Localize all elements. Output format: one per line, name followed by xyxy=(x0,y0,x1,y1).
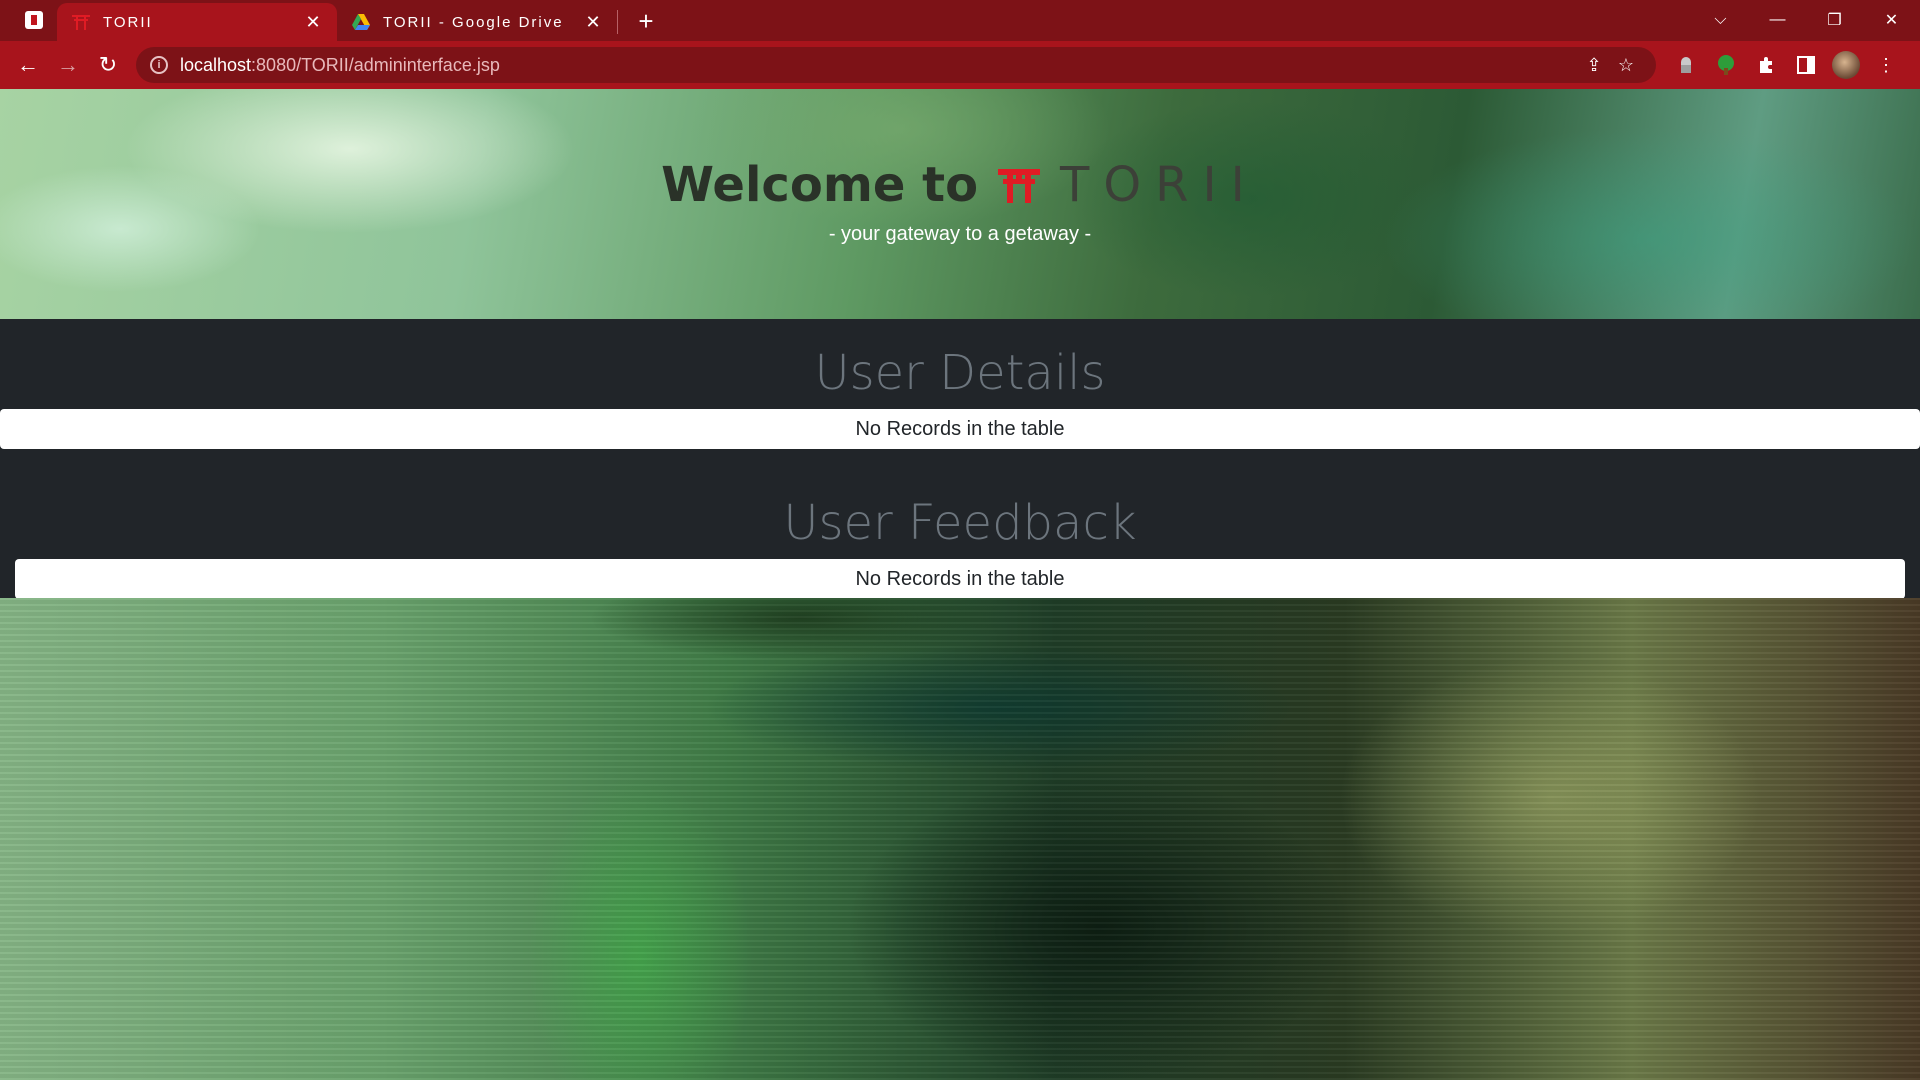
user-details-heading: User Details xyxy=(814,345,1106,401)
user-feedback-heading: User Feedback xyxy=(783,495,1137,551)
extension-capsule-icon[interactable] xyxy=(1666,45,1706,85)
tagline: - your gateway to a getaway - xyxy=(828,223,1092,245)
brand-name: TORII xyxy=(1060,157,1259,213)
new-tab-button[interactable]: + xyxy=(628,3,664,39)
url-host: localhost xyxy=(180,54,252,75)
share-icon[interactable]: ⇪ xyxy=(1578,55,1610,76)
forward-button[interactable]: → xyxy=(48,45,88,85)
tab-search-chevron-icon[interactable]: ⌵ xyxy=(1692,0,1749,40)
welcome-text: Welcome to xyxy=(661,157,979,213)
tab-title: TORII - Google Drive xyxy=(383,13,564,31)
back-button[interactable]: ← xyxy=(8,45,48,85)
more-menu-icon[interactable]: ⋮ xyxy=(1866,45,1906,85)
close-tab-icon[interactable]: ✕ xyxy=(303,12,323,33)
browser-toolbar: ← → ↻ i localhost:8080/TORII/admininterf… xyxy=(0,41,1920,89)
minimize-button[interactable]: — xyxy=(1749,0,1806,40)
tab-strip: TORII ✕ TORII - Google Drive ✕ + ⌵ — ❐ ✕ xyxy=(0,0,1920,41)
torii-gate-icon xyxy=(998,169,1041,203)
tab-torii[interactable]: TORII ✕ xyxy=(57,3,337,41)
address-bar[interactable]: i localhost:8080/TORII/admininterface.js… xyxy=(136,47,1656,83)
bookmark-star-icon[interactable]: ☆ xyxy=(1610,55,1642,76)
page-viewport: Welcome to TORII - your gateway to a get… xyxy=(0,89,1920,1080)
user-feedback-empty-message: No Records in the table xyxy=(855,568,1065,590)
side-panel-icon[interactable] xyxy=(1786,45,1826,85)
extension-tree-icon[interactable] xyxy=(1706,45,1746,85)
site-info-icon[interactable]: i xyxy=(150,56,168,74)
profile-avatar[interactable] xyxy=(1826,45,1866,85)
window-controls: ⌵ — ❐ ✕ xyxy=(1692,0,1920,40)
extensions-puzzle-icon[interactable] xyxy=(1746,45,1786,85)
user-details-empty-message: No Records in the table xyxy=(855,418,1065,440)
url-path: :8080/TORII/admininterface.jsp xyxy=(251,54,500,75)
app-badge-icon[interactable] xyxy=(19,5,49,35)
tab-separator xyxy=(617,10,618,34)
hero-header: Welcome to TORII - your gateway to a get… xyxy=(0,157,1920,246)
reload-button[interactable]: ↻ xyxy=(88,45,128,85)
tab-title: TORII xyxy=(103,13,153,31)
close-window-button[interactable]: ✕ xyxy=(1863,0,1920,40)
page-title: Welcome to TORII xyxy=(661,157,1259,213)
torii-favicon-icon xyxy=(72,15,90,30)
user-feedback-table: No Records in the table xyxy=(15,559,1905,599)
user-details-table: No Records in the table xyxy=(0,409,1920,449)
google-drive-icon xyxy=(352,14,370,30)
restore-button[interactable]: ❐ xyxy=(1806,0,1863,40)
close-tab-icon[interactable]: ✕ xyxy=(583,12,603,33)
tab-google-drive[interactable]: TORII - Google Drive ✕ xyxy=(337,3,617,41)
lake-background-image xyxy=(0,598,1920,1080)
